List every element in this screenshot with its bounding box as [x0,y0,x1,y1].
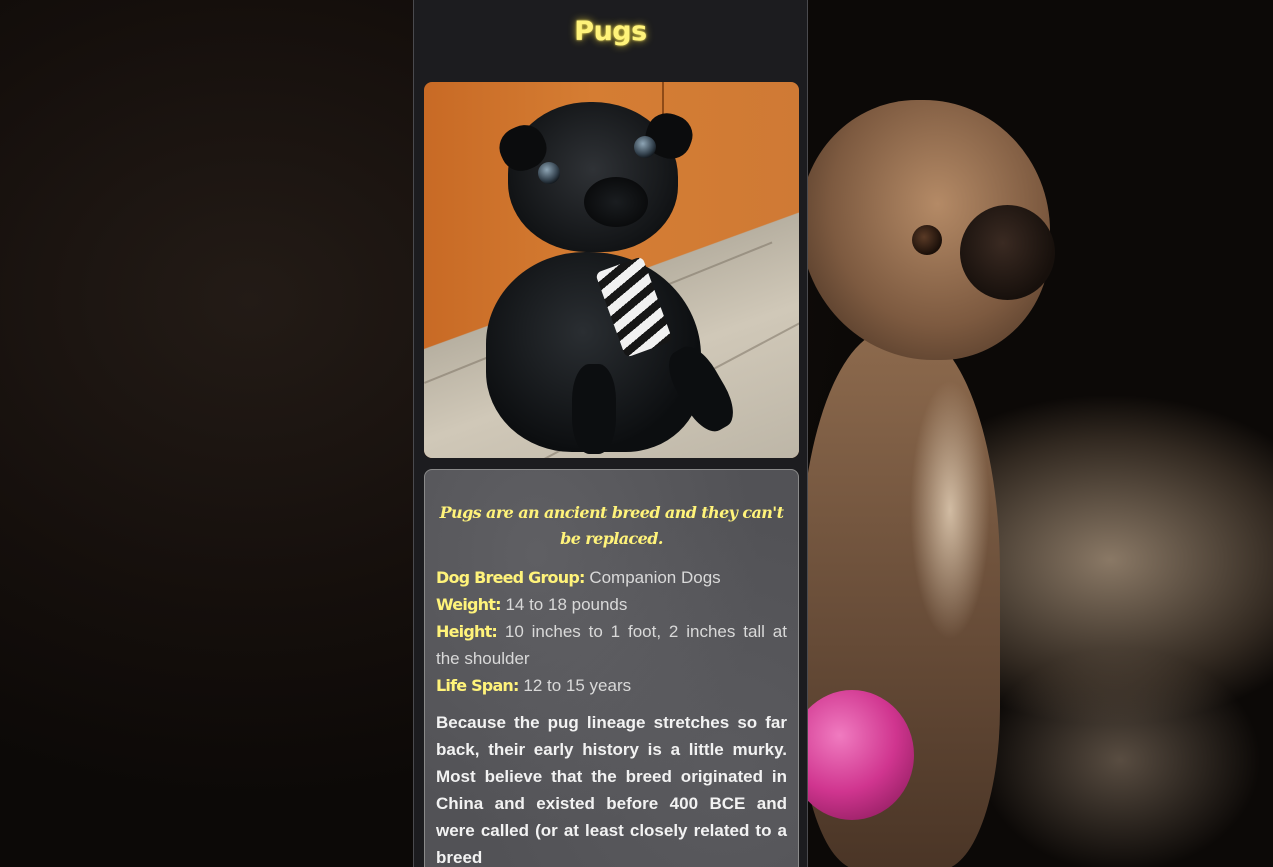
fact-label: Weight: [436,595,502,614]
fact-label: Height: [436,622,498,641]
fact-weight: Weight: 14 to 18 pounds [436,591,787,618]
pug-photo [424,82,799,458]
fact-breed-group: Dog Breed Group: Companion Dogs [436,564,787,591]
fact-label: Life Span: [436,676,519,695]
fact-value: Companion Dogs [589,568,721,587]
photo-dog-eye [634,136,656,158]
photo-dog-muzzle [584,177,648,227]
background-pug-chest [910,380,990,640]
fact-life-span: Life Span: 12 to 15 years [436,672,787,699]
fact-value: 14 to 18 pounds [505,595,628,614]
photo-dog-leg [572,364,616,454]
breed-tagline: Pugs are an ancient breed and they can't… [439,503,784,548]
breed-facts: Dog Breed Group: Companion Dogs Weight: … [436,564,787,699]
fact-value: 12 to 15 years [523,676,632,695]
background-pug-eye [912,225,942,255]
fact-height: Height: 10 inches to 1 foot, 2 inches ta… [436,618,787,672]
background-pug-snout [960,205,1055,300]
breed-history: Because the pug lineage stretches so far… [436,713,787,867]
background-pink-ball [790,690,914,820]
content-column: Pugs Pugs are an ancient breed and they … [413,0,808,867]
photo-dog-eye [538,162,560,184]
breed-info-card: Pugs are an ancient breed and they can't… [424,469,799,867]
fact-label: Dog Breed Group: [436,568,585,587]
page-title: Pugs [574,16,647,47]
